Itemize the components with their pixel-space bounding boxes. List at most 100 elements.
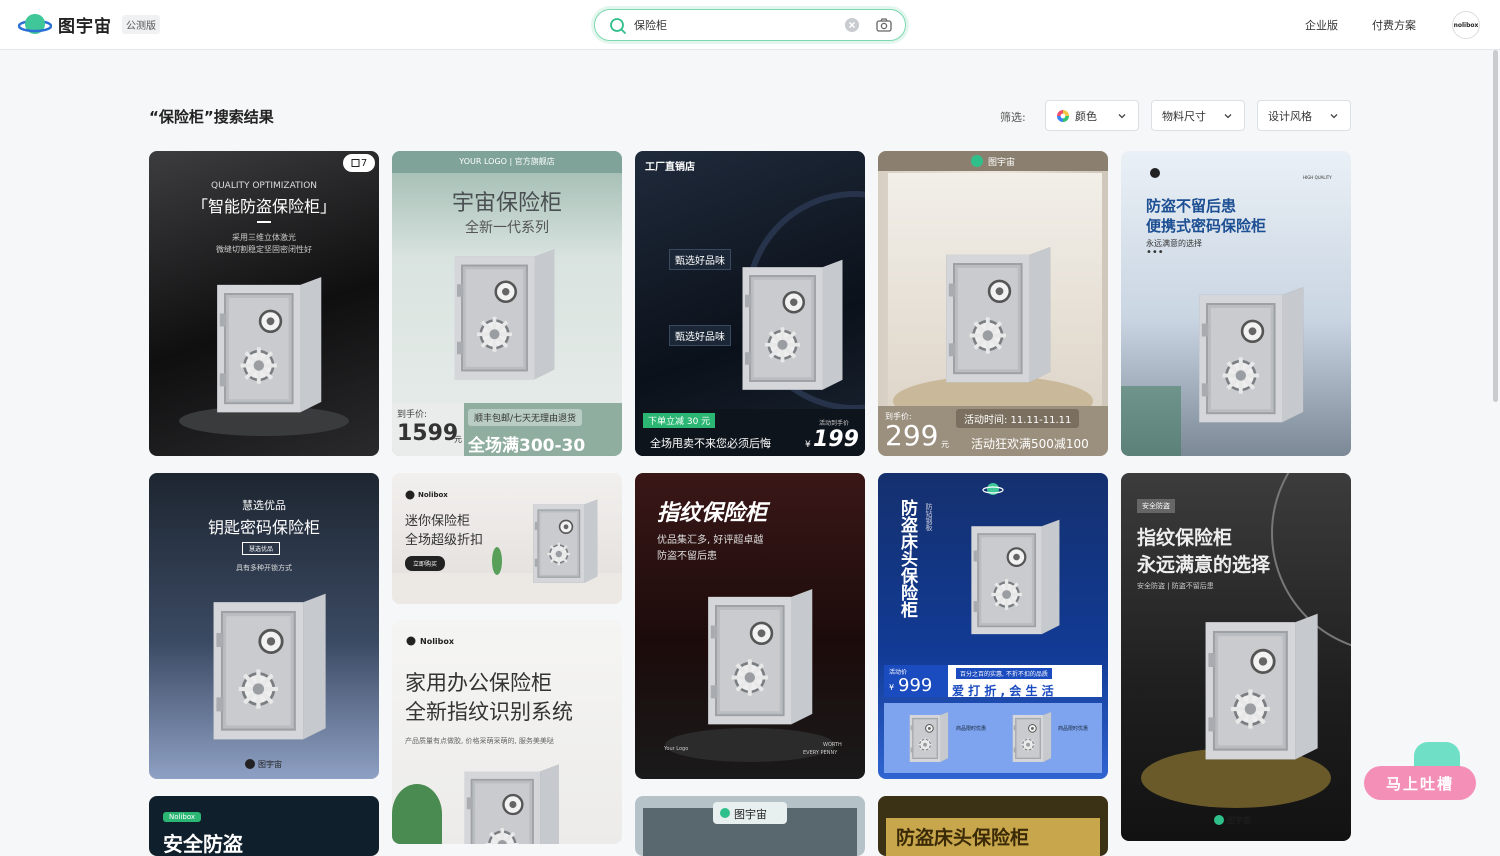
filter-style[interactable]: 设计风格 bbox=[1257, 100, 1351, 131]
card-text: 优品集汇多, 好评超卓越 bbox=[657, 535, 764, 546]
template-card[interactable]: 安全防盗 指纹保险柜 永远满意的选择 安全防盗 | 防盗不留后患 图宇宙 bbox=[1121, 473, 1351, 841]
filter-label: 筛选: bbox=[1000, 111, 1026, 124]
card-text: WORTH bbox=[823, 742, 842, 748]
card-title: 指纹保险柜 bbox=[657, 501, 768, 526]
template-card[interactable]: 防盗床头保险柜 bbox=[878, 796, 1108, 856]
divider bbox=[257, 221, 271, 223]
price: 999 bbox=[898, 675, 933, 696]
camera-icon[interactable] bbox=[875, 16, 893, 34]
card-text: 图宇宙 bbox=[988, 158, 1016, 168]
plant-decor bbox=[492, 547, 502, 575]
safe-image bbox=[725, 246, 850, 406]
logo-icon bbox=[971, 155, 983, 167]
card-text: 甄选好品味 bbox=[669, 249, 731, 270]
card-text: 安全防盗 bbox=[1137, 499, 1175, 513]
template-card[interactable]: 指纹保险柜 优品集汇多, 好评超卓越 防盗不留后患 Your Logo WORT… bbox=[635, 473, 865, 779]
card-text: 商品限时优惠 bbox=[1058, 726, 1089, 732]
card-text: 顺丰包邮/七天无理由退货 bbox=[468, 409, 583, 426]
card-text: 活动时间: 11.11-11.11 bbox=[956, 409, 1080, 428]
card-text: 下单立减 30 元 bbox=[643, 413, 716, 428]
template-card[interactable]: Nolibox 迷你保险柜 全场超级折扣 立即购买 bbox=[392, 473, 622, 604]
logo-icon bbox=[1150, 168, 1160, 178]
card-text: 微缝切割稳定坚固密闭性好 bbox=[216, 245, 312, 254]
card-text: 慧选优品 bbox=[242, 499, 286, 512]
safe-image bbox=[194, 588, 334, 748]
card-text: HIGH QUALITY bbox=[1303, 175, 1332, 180]
safe-image bbox=[432, 762, 582, 844]
filter-size[interactable]: 物料尺寸 bbox=[1151, 100, 1245, 131]
logo-icon bbox=[405, 490, 415, 500]
card-text: 到手价: bbox=[397, 410, 428, 420]
filter-color-label: 颜色 bbox=[1075, 109, 1097, 123]
card-text: 图宇宙 bbox=[734, 808, 767, 821]
logo-icon bbox=[245, 759, 255, 769]
card-text: 元 bbox=[454, 435, 462, 444]
planet-logo-icon bbox=[982, 483, 1004, 495]
template-card[interactable]: 图宇宙 bbox=[635, 796, 865, 856]
card-text: 防盗不留后患 bbox=[657, 551, 717, 562]
template-card[interactable]: Nolibox 安全防盗 bbox=[149, 796, 379, 856]
safe-image bbox=[1181, 276, 1311, 436]
card-title: 钥匙密码保险柜 bbox=[207, 518, 320, 537]
template-card[interactable]: 图宇宙 到手价: 299 元 活动时间: 11.11-11.11 活动狂欢满50… bbox=[878, 151, 1108, 456]
card-text: 慧选优品 bbox=[242, 542, 281, 555]
card-text: 安全防盗 | 防盗不留后患 bbox=[1137, 582, 1214, 590]
card-text: Nolibox bbox=[163, 812, 202, 822]
filter-size-label: 物料尺寸 bbox=[1162, 109, 1206, 123]
card-text: 采用三维立体激光 bbox=[232, 233, 296, 242]
feedback-button[interactable]: 马上吐槽 bbox=[1364, 766, 1476, 800]
clear-icon[interactable] bbox=[844, 17, 860, 33]
card-text: 甄选好品味 bbox=[669, 325, 731, 346]
brand-name: 图宇宙 bbox=[58, 16, 112, 37]
price: 1599 bbox=[397, 421, 459, 446]
card-title: 指纹保险柜 bbox=[1137, 527, 1233, 549]
filter-color[interactable]: 颜色 bbox=[1045, 100, 1139, 131]
nav-enterprise[interactable]: 企业版 bbox=[1305, 17, 1338, 33]
card-text: 商品限时优惠 bbox=[956, 726, 987, 732]
chevron-down-icon bbox=[1118, 114, 1126, 119]
search-box[interactable]: 保险柜 bbox=[594, 9, 906, 41]
card-text: 爱 打 折 , 会 生 活 bbox=[952, 684, 1054, 698]
card-text: 图宇宙 bbox=[1227, 816, 1251, 825]
avatar[interactable]: nolibox bbox=[1452, 11, 1480, 39]
card-title: 防盗床头保险柜 bbox=[897, 499, 917, 618]
template-card[interactable]: YOUR LOGO | 官方旗舰店 宇宙保险柜 全新一代系列 到手价: 1599… bbox=[392, 151, 622, 456]
safe-image bbox=[1186, 603, 1326, 773]
card-text: YOUR LOGO | 官方旗舰店 bbox=[459, 157, 555, 166]
card-text: 全场甩卖不来您必须后悔 bbox=[650, 437, 771, 450]
safe-image bbox=[928, 231, 1058, 401]
card-text: 图宇宙 bbox=[258, 760, 282, 769]
template-card[interactable]: HIGH QUALITY 防盗不留后患 便携式密码保险柜 永远满意的选择 ••• bbox=[1121, 151, 1351, 456]
page-count: 7 bbox=[360, 157, 368, 169]
chevron-down-icon bbox=[1330, 114, 1338, 119]
beta-badge: 公测版 bbox=[122, 14, 160, 34]
top-header: 图宇宙 公测版 保险柜 企业版 付费方案 nolibox bbox=[0, 0, 1500, 50]
template-card[interactable]: Nolibox 家用办公保险柜 全新指纹识别系统 产品质量有点做胶, 价格采萌采… bbox=[392, 620, 622, 844]
results-title: “保险柜”搜索结果 bbox=[149, 108, 274, 126]
logo-icon bbox=[1214, 815, 1224, 825]
template-card[interactable]: 7 QUALITY OPTIMIZATION 「智能防盗保险柜」 采用三维立体激… bbox=[149, 151, 379, 456]
safe-image bbox=[903, 710, 951, 765]
card-title: 安全防盗 bbox=[163, 832, 243, 856]
card-text: 元 bbox=[941, 440, 949, 449]
template-card[interactable]: 工厂直销店 甄选好品味 甄选好品味 下单立减 30 元 全场甩卖不来您必须后悔 … bbox=[635, 151, 865, 456]
template-card[interactable]: 慧选优品 钥匙密码保险柜 慧选优品 具有多种开锁方式 图宇宙 bbox=[149, 473, 379, 779]
scrollbar[interactable] bbox=[1493, 50, 1498, 402]
card-title: 防盗床头保险柜 bbox=[896, 827, 1030, 849]
template-card[interactable]: 防盗床头保险柜 防钻钢板 活动价 ¥ 999 百分之百的实惠, 不折不扣的品质 … bbox=[878, 473, 1108, 779]
card-title: 「智能防盗保险柜」 bbox=[191, 197, 336, 216]
card-text: 活动到手价 bbox=[819, 420, 850, 427]
card-text: 工厂直销店 bbox=[645, 162, 695, 173]
nav-pricing[interactable]: 付费方案 bbox=[1372, 17, 1416, 33]
card-title: 全场超级折扣 bbox=[405, 533, 484, 548]
card-text: 活动狂欢满500减100 bbox=[971, 437, 1089, 451]
card-text: Nolibox bbox=[418, 491, 448, 499]
card-text: Your Logo bbox=[664, 746, 689, 752]
logo[interactable]: 图宇宙 公测版 bbox=[18, 11, 160, 37]
search-input[interactable]: 保险柜 bbox=[634, 17, 667, 33]
card-text: QUALITY OPTIMIZATION bbox=[210, 181, 318, 191]
safe-image bbox=[1006, 710, 1054, 765]
card-text: 全新一代系列 bbox=[465, 220, 549, 236]
filter-style-label: 设计风格 bbox=[1268, 109, 1312, 123]
safe-image bbox=[199, 271, 329, 421]
